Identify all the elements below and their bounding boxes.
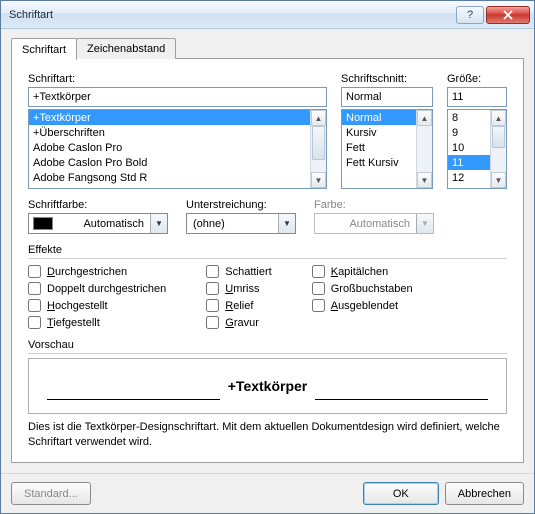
size-option[interactable]: 8 [448,110,490,125]
size-option[interactable]: 10 [448,140,490,155]
tab-font[interactable]: Schriftart [11,38,77,60]
chevron-down-icon: ▼ [150,214,167,233]
checkbox-input[interactable] [28,299,41,312]
underline-color-label: Farbe: [314,199,434,211]
effect-label: Großbuchstaben [331,283,413,295]
underline-color-combo: Automatisch ▼ [314,213,434,234]
effect-label: Ausgeblendet [331,300,398,312]
style-option[interactable]: Fett [342,140,416,155]
chevron-down-icon: ▼ [278,214,295,233]
dialog-footer: Standard... OK Abbrechen [1,473,534,513]
chevron-down-icon: ▼ [416,214,433,233]
effect-checkbox[interactable]: Umriss [206,282,271,295]
scroll-down-icon[interactable]: ▼ [417,172,432,188]
tab-strip: Schriftart Zeichenabstand [11,37,524,59]
help-button[interactable]: ? [456,6,484,24]
scroll-up-icon[interactable]: ▲ [491,110,506,126]
checkbox-input[interactable] [206,299,219,312]
effect-checkbox[interactable]: Kapitälchen [312,265,413,278]
underline-combo[interactable]: (ohne) ▼ [186,213,296,234]
font-option[interactable]: Adobe Caslon Pro Bold [29,155,310,170]
checkbox-input[interactable] [312,282,325,295]
style-option[interactable]: Normal [342,110,416,125]
ok-button[interactable]: OK [363,482,439,505]
default-button[interactable]: Standard... [11,482,91,505]
effect-checkbox[interactable]: Tiefgestellt [28,316,166,329]
effect-label: Durchgestrichen [47,266,127,278]
effects-group-label: Effekte [28,244,507,256]
checkbox-input[interactable] [28,265,41,278]
style-option[interactable]: Kursiv [342,125,416,140]
window-title: Schriftart [9,9,454,21]
scroll-up-icon[interactable]: ▲ [311,110,326,126]
checkbox-input[interactable] [206,282,219,295]
cancel-button[interactable]: Abbrechen [445,482,524,505]
scroll-thumb[interactable] [492,126,505,148]
style-option[interactable]: Fett Kursiv [342,155,416,170]
effect-label: Hochgestellt [47,300,108,312]
font-option[interactable]: Adobe Caslon Pro [29,140,310,155]
size-scrollbar[interactable]: ▲ ▼ [490,110,506,188]
effect-label: Tiefgestellt [47,317,100,329]
effect-checkbox[interactable]: Gravur [206,316,271,329]
effect-label: Umriss [225,283,259,295]
font-dialog: Schriftart ? Schriftart Zeichenabstand S… [0,0,535,514]
preview-description: Dies ist die Textkörper-Designschriftart… [28,420,507,450]
effect-checkbox[interactable]: Hochgestellt [28,299,166,312]
font-option[interactable]: +Überschriften [29,125,310,140]
font-label: Schriftart: [28,73,327,85]
style-scrollbar[interactable]: ▲ ▼ [416,110,432,188]
checkbox-input[interactable] [312,299,325,312]
size-option[interactable]: 12 [448,170,490,185]
preview-box: +Textkörper [28,358,507,414]
effect-checkbox[interactable]: Doppelt durchgestrichen [28,282,166,295]
font-scrollbar[interactable]: ▲ ▼ [310,110,326,188]
scroll-down-icon[interactable]: ▼ [311,172,326,188]
scroll-up-icon[interactable]: ▲ [417,110,432,126]
font-option[interactable]: Adobe Fangsong Std R [29,170,310,185]
effect-checkbox[interactable]: Relief [206,299,271,312]
scroll-thumb[interactable] [312,126,325,160]
checkbox-input[interactable] [206,316,219,329]
effect-checkbox[interactable]: Großbuchstaben [312,282,413,295]
size-input[interactable] [447,87,507,107]
effect-label: Doppelt durchgestrichen [47,283,166,295]
checkbox-input[interactable] [206,265,219,278]
font-color-label: Schriftfarbe: [28,199,168,211]
effect-checkbox[interactable]: Ausgeblendet [312,299,413,312]
effect-label: Gravur [225,317,259,329]
effects-group: Durchgestrichen Doppelt durchgestrichen Ho… [28,265,507,329]
size-listbox[interactable]: 89101112 ▲ ▼ [447,109,507,189]
titlebar[interactable]: Schriftart ? [1,1,534,29]
checkbox-input[interactable] [28,316,41,329]
tab-spacing[interactable]: Zeichenabstand [76,38,176,59]
color-swatch [33,217,53,230]
checkbox-input[interactable] [312,265,325,278]
size-option[interactable]: 11 [448,155,490,170]
style-label: Schriftschnitt: [341,73,433,85]
style-listbox[interactable]: NormalKursivFettFett Kursiv ▲ ▼ [341,109,433,189]
effect-label: Kapitälchen [331,266,389,278]
size-option[interactable]: 9 [448,125,490,140]
font-input[interactable] [28,87,327,107]
underline-label: Unterstreichung: [186,199,296,211]
effect-checkbox[interactable]: Durchgestrichen [28,265,166,278]
close-icon [503,10,513,20]
preview-text: +Textkörper [220,378,316,394]
close-button[interactable] [486,6,530,24]
effect-checkbox[interactable]: Schattiert [206,265,271,278]
checkbox-input[interactable] [28,282,41,295]
scroll-down-icon[interactable]: ▼ [491,172,506,188]
effect-label: Schattiert [225,266,271,278]
preview-label: Vorschau [28,339,507,351]
effect-label: Relief [225,300,253,312]
font-color-combo[interactable]: Automatisch ▼ [28,213,168,234]
tab-panel: Schriftart: +Textkörper+ÜberschriftenAdo… [11,58,524,463]
client-area: Schriftart Zeichenabstand Schriftart: +T… [1,29,534,473]
font-listbox[interactable]: +Textkörper+ÜberschriftenAdobe Caslon Pr… [28,109,327,189]
style-input[interactable] [341,87,433,107]
font-option[interactable]: +Textkörper [29,110,310,125]
size-label: Größe: [447,73,507,85]
